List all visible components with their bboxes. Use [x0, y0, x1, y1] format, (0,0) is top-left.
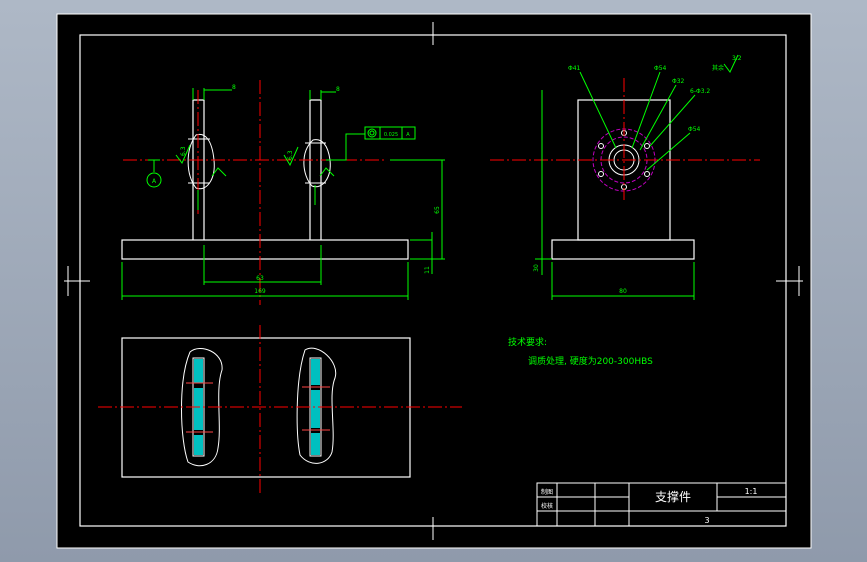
dim-right-plate: 8 [336, 86, 340, 93]
dim-left-plate: 8 [232, 84, 236, 91]
fcf-tolerance: 0.025 [384, 132, 398, 138]
callout-2: Φ54 [654, 65, 667, 72]
sheet-number: 3 [704, 516, 709, 525]
notes-line1: 调质处理, 硬度为200-300HBS [528, 355, 653, 367]
side-dim-width: 80 [619, 288, 627, 295]
other-roughness-value: 3.2 [732, 55, 742, 62]
callout-1: Φ41 [568, 65, 581, 72]
dim-height: 65 [434, 206, 441, 214]
callout-5: Φ54 [688, 126, 701, 133]
roughness-right: 6.3 [287, 150, 294, 160]
notes-title: 技术要求: [508, 336, 547, 348]
side-dim-base: 30 [533, 264, 540, 272]
cad-drawing: 169 63 65 11 8 8 6.3 6.3 A 0.025 A 80 30… [56, 13, 812, 549]
other-roughness-label: 其余 [712, 64, 724, 72]
part-name: 支撑件 [655, 489, 691, 504]
callout-3: Φ32 [672, 78, 685, 85]
dim-inner-width: 63 [256, 275, 264, 282]
scale: 1:1 [745, 487, 758, 496]
fcf-datum: A [406, 132, 410, 138]
label-drawn: 制图 [541, 488, 553, 496]
callout-4: 6-Φ3.2 [690, 88, 710, 95]
label-checked: 校核 [541, 502, 553, 510]
dim-base: 11 [424, 266, 431, 274]
dim-total-width: 169 [254, 288, 266, 295]
roughness-left: 6.3 [180, 146, 187, 156]
